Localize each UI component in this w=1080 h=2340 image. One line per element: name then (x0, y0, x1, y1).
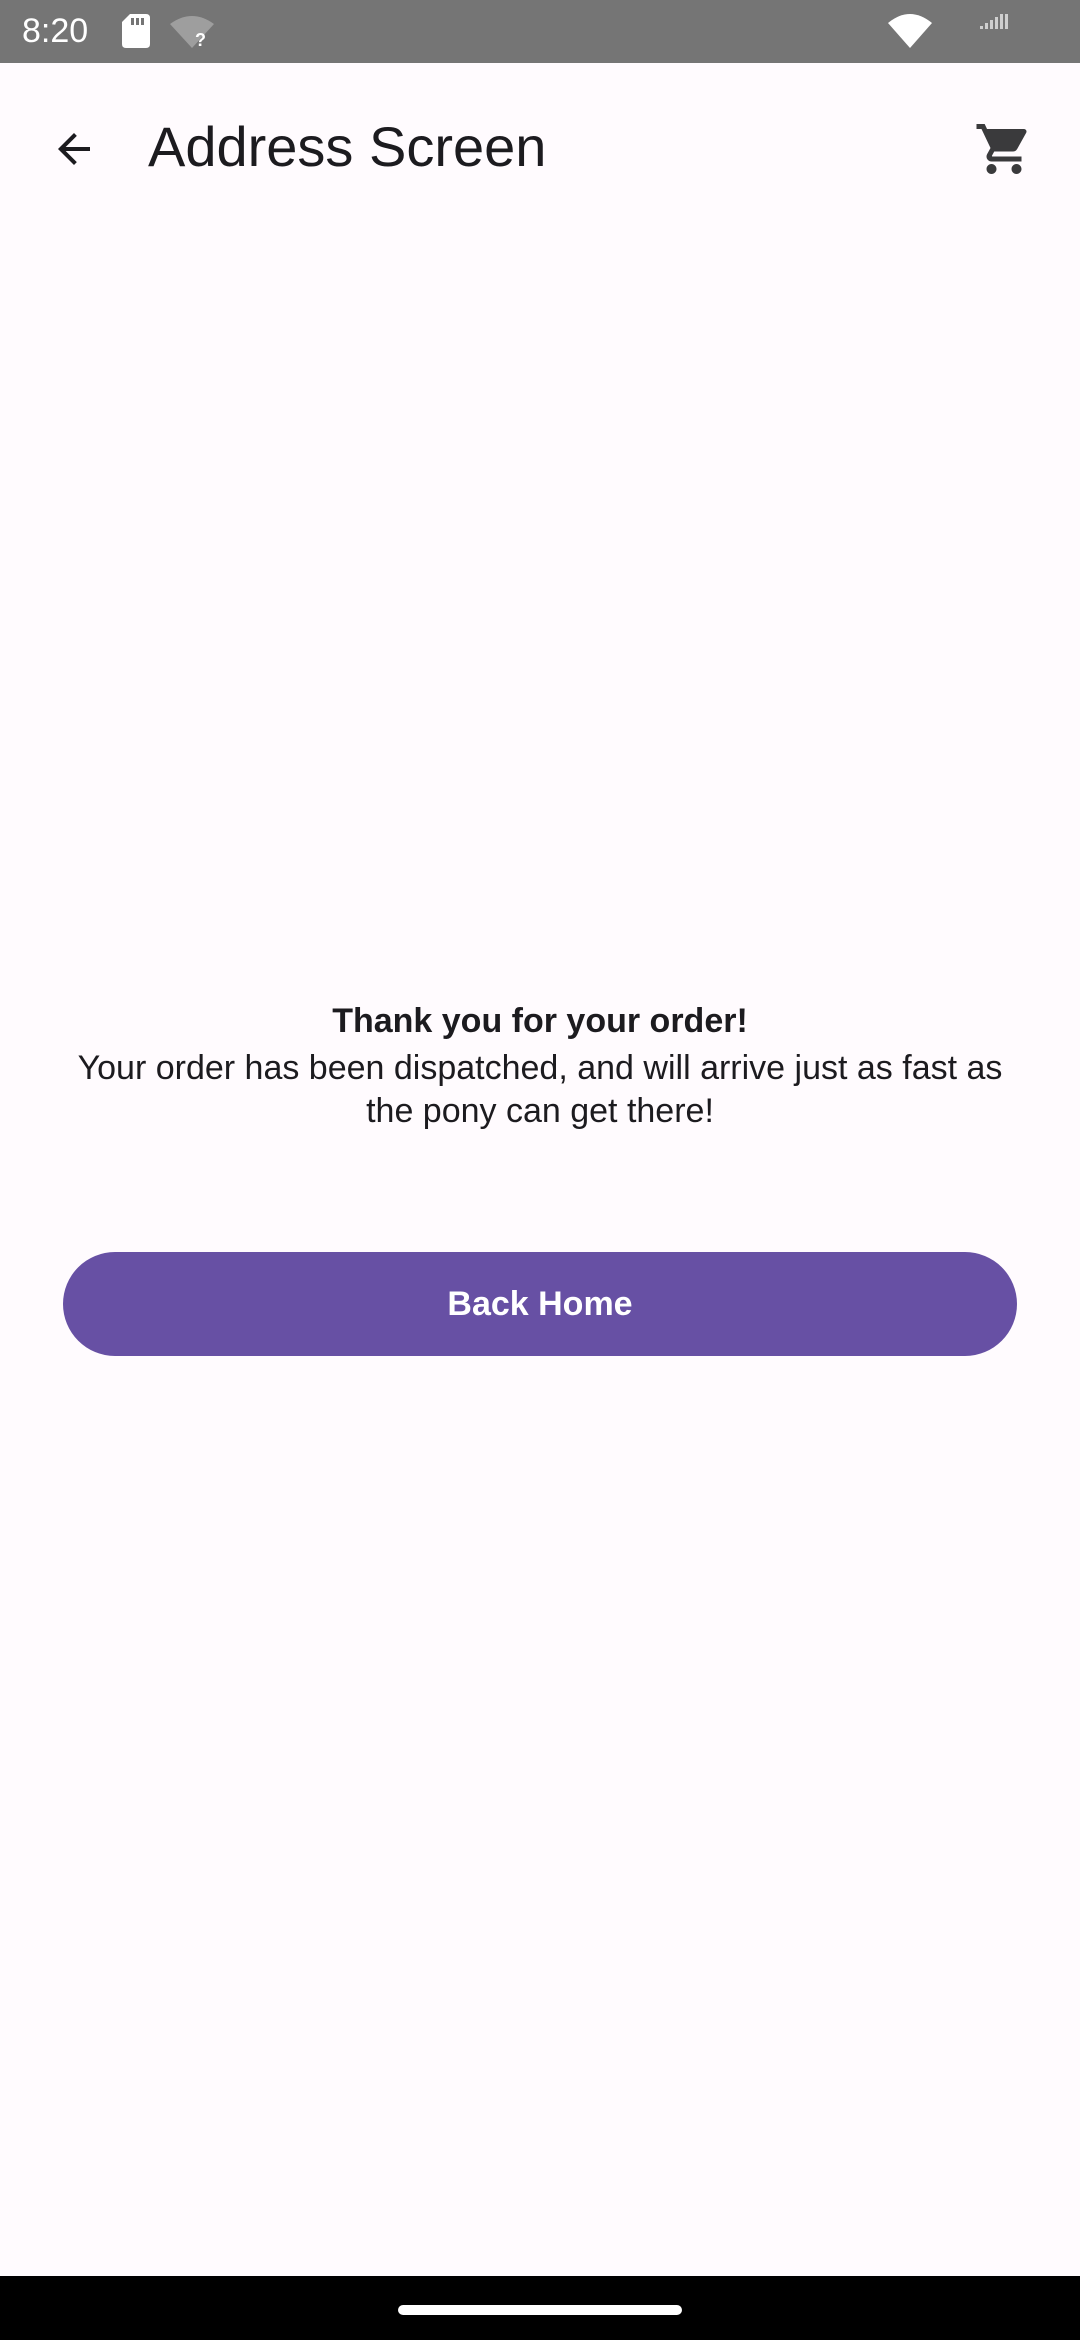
home-gesture-handle[interactable] (398, 2305, 682, 2315)
order-confirmation: Thank you for your order! Your order has… (40, 997, 1040, 1133)
confirmation-line-1: Your order has been dispatched, and will… (77, 1049, 1003, 1087)
confirmation-message: Your order has been dispatched, and will… (40, 1047, 1040, 1133)
confirmation-title: Thank you for your order! (332, 1002, 748, 1040)
back-home-button[interactable]: Back Home (63, 1252, 1017, 1356)
navigation-bar (0, 2276, 1080, 2340)
top-app-bar: Address Screen (0, 63, 1080, 231)
shopping-cart-icon (976, 124, 1027, 174)
arrow-back-icon (58, 133, 90, 165)
sd-card-icon (122, 14, 150, 48)
svg-text:?: ? (195, 30, 206, 48)
confirmation-line-2: the pony can get there! (366, 1092, 714, 1130)
status-bar: 8:20 ? (0, 0, 1080, 63)
cart-button[interactable] (966, 111, 1042, 187)
wifi-icon (888, 14, 932, 48)
signal-icon (980, 14, 1008, 29)
status-time: 8:20 (22, 12, 89, 50)
wifi-unknown-icon: ? (170, 16, 214, 48)
back-button[interactable] (36, 111, 112, 187)
page-title: Address Screen (148, 115, 547, 178)
